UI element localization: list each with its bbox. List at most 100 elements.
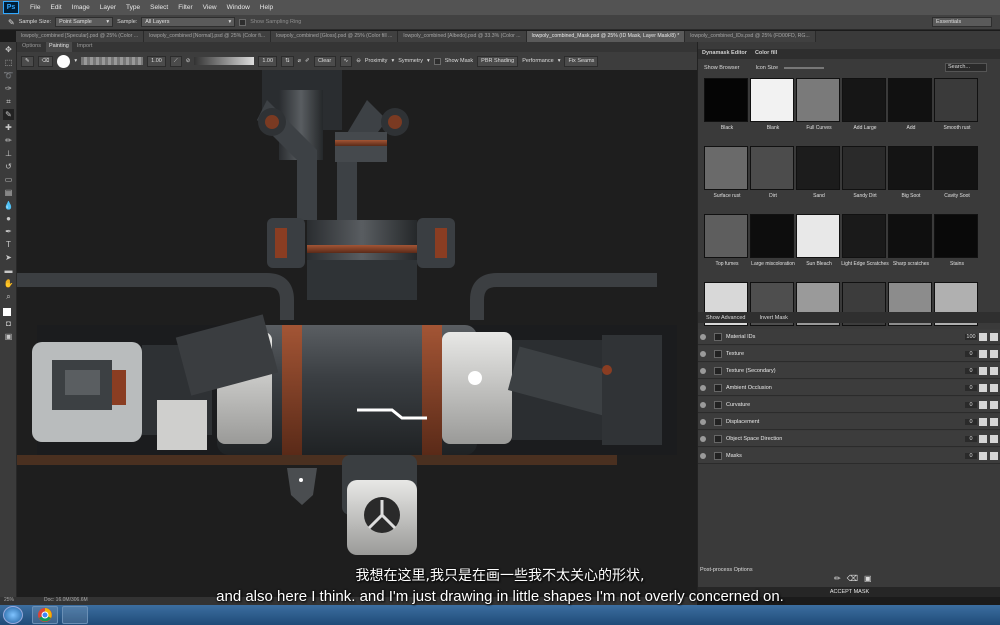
lock-icon[interactable] <box>990 400 998 409</box>
type-tool-icon[interactable]: T <box>3 239 14 250</box>
doc-tab-specular[interactable]: lowpoly_combined [Specular].psd @ 25% (C… <box>16 31 145 42</box>
menu-type[interactable]: Type <box>121 4 145 11</box>
lock-icon[interactable] <box>990 366 998 375</box>
symmetry-toggle[interactable]: Symmetry <box>398 58 423 64</box>
edit-icon[interactable] <box>979 451 987 460</box>
opacity-slider[interactable] <box>194 57 255 65</box>
mask-layer-row[interactable]: Masks 0 <box>698 448 1000 464</box>
doc-tab-albedo[interactable]: lowpoly_combined [Albedo].psd @ 33.3% (C… <box>398 31 527 42</box>
mask-thumbnail[interactable]: Sand <box>796 146 840 199</box>
mask-thumbnail[interactable]: Big Soot <box>888 146 932 199</box>
performance-select[interactable]: Performance <box>522 58 554 64</box>
curve-icon[interactable]: ∿ <box>339 55 353 67</box>
pressure-icon[interactable]: ⟋ <box>169 55 182 67</box>
visibility-icon[interactable] <box>700 384 706 391</box>
mask-thumbnail[interactable]: Cavity Soot <box>934 146 978 199</box>
menu-select[interactable]: Select <box>145 4 173 11</box>
menu-layer[interactable]: Layer <box>95 4 121 11</box>
stamp-tool-icon[interactable]: ⊥ <box>3 148 14 159</box>
chevron-down-icon[interactable]: ▾ <box>427 58 430 64</box>
lasso-tool-icon[interactable]: ➰ <box>3 70 14 81</box>
layer-value[interactable]: 0 <box>965 435 977 442</box>
healing-tool-icon[interactable]: ✚ <box>3 122 14 133</box>
brush-tool-icon[interactable]: ✏ <box>3 135 14 146</box>
mask-thumbnail[interactable]: Light Edge Scratches <box>841 214 889 267</box>
edit-icon[interactable] <box>979 366 987 375</box>
pbr-shading-select[interactable]: PBR Shading <box>477 55 519 67</box>
layer-value[interactable]: 0 <box>965 452 977 459</box>
brush-preview-icon[interactable] <box>57 54 71 68</box>
proximity-toggle[interactable]: Proximity <box>365 58 388 64</box>
pen-tool-icon[interactable]: ✒ <box>3 226 14 237</box>
lock-icon[interactable] <box>990 349 998 358</box>
mask-layer-row[interactable]: Material IDs 100 <box>698 329 1000 345</box>
mask-layer-row[interactable]: Curvature 0 <box>698 397 1000 413</box>
mask-thumbnail[interactable]: Sandy Dirt <box>842 146 886 199</box>
pencil-icon[interactable]: ✎ <box>21 55 34 67</box>
opacity-icon[interactable]: ⊘ <box>186 58 191 64</box>
mask-search-input[interactable]: Search... <box>945 63 987 72</box>
tab-import[interactable]: Import <box>74 42 96 52</box>
invert-mask-toggle[interactable]: Invert Mask <box>759 315 787 321</box>
tab-dynamask-editor[interactable]: Dynamask Editor <box>700 49 749 59</box>
lock-icon[interactable] <box>990 434 998 443</box>
doc-tab-mask[interactable]: lowpoly_combined_Mask.psd @ 25% (ID Mask… <box>526 31 686 42</box>
visibility-icon[interactable] <box>700 333 706 340</box>
marquee-tool-icon[interactable]: ⬚ <box>3 57 14 68</box>
brush-size-value[interactable]: 1.00 <box>147 55 166 67</box>
doc-tab-normal[interactable]: lowpoly_combined [Normal].psd @ 25% (Col… <box>144 31 272 42</box>
layer-value[interactable]: 0 <box>965 401 977 408</box>
quick-mask-icon[interactable]: ◘ <box>3 318 14 329</box>
show-advanced-toggle[interactable]: Show Advanced <box>706 315 745 321</box>
history-brush-icon[interactable]: ↺ <box>3 161 14 172</box>
mask-layer-row[interactable]: Object Space Direction 0 <box>698 431 1000 447</box>
eraser-icon[interactable]: ⌫ <box>847 574 858 584</box>
mask-thumbnail[interactable]: Top fumes <box>704 214 748 267</box>
path-select-icon[interactable]: ➤ <box>3 252 14 263</box>
blur-tool-icon[interactable]: 💧 <box>3 200 14 211</box>
sampling-ring-checkbox[interactable] <box>239 18 247 26</box>
edit-icon[interactable] <box>979 383 987 392</box>
menu-file[interactable]: File <box>25 4 45 11</box>
clear-button[interactable]: Clear <box>313 55 336 67</box>
visibility-icon[interactable] <box>700 435 706 442</box>
mask-layer-row[interactable]: Ambient Occlusion 0 <box>698 380 1000 396</box>
mask-thumbnail[interactable]: Dirt <box>750 146 794 199</box>
layer-value[interactable]: 0 <box>965 367 977 374</box>
doc-tab-gloss[interactable]: lowpoly_combined [Gloss].psd @ 25% (Colo… <box>271 31 399 42</box>
lock-icon[interactable] <box>990 417 998 426</box>
mask-thumbnail[interactable]: Black <box>704 78 748 131</box>
edit-icon[interactable] <box>979 417 987 426</box>
mask-layer-row[interactable]: Texture (Secondary) 0 <box>698 363 1000 379</box>
edit-icon[interactable] <box>979 434 987 443</box>
sample-select[interactable]: All Layers ▾ <box>141 17 236 27</box>
mask-thumbnail[interactable]: Surface rust <box>704 146 748 199</box>
mask-thumbnail[interactable]: Add Large <box>842 78 886 131</box>
doc-tab-ids[interactable]: lowpoly_combined_IDs.psd @ 25% (FD00FD, … <box>685 31 816 42</box>
chevron-down-icon[interactable]: ▾ <box>391 58 394 64</box>
sample-size-select[interactable]: Point Sample ▾ <box>55 17 114 27</box>
menu-help[interactable]: Help <box>255 4 278 11</box>
menu-window[interactable]: Window <box>222 4 255 11</box>
menu-edit[interactable]: Edit <box>45 4 66 11</box>
icon-size-slider[interactable] <box>784 67 825 69</box>
chevron-down-icon[interactable]: ▾ <box>558 58 561 64</box>
eyedropper-tool-icon[interactable]: ✎ <box>3 109 14 120</box>
lock-icon[interactable] <box>990 451 998 460</box>
eraser-tool-icon[interactable]: ▭ <box>3 174 14 185</box>
visibility-icon[interactable] <box>700 367 706 374</box>
layer-value[interactable]: 0 <box>965 384 977 391</box>
menu-filter[interactable]: Filter <box>173 4 197 11</box>
mask-layer-row[interactable]: Texture 0 <box>698 346 1000 362</box>
menu-view[interactable]: View <box>198 4 222 11</box>
move-tool-icon[interactable]: ✥ <box>3 44 14 55</box>
foreground-color-icon[interactable] <box>3 308 11 316</box>
layer-value[interactable]: 100 <box>965 333 977 340</box>
mask-thumbnail[interactable]: Add <box>888 78 932 131</box>
tab-color-fill[interactable]: Color fill <box>753 49 779 59</box>
zoom-level[interactable]: 25% <box>4 597 14 605</box>
show-mask-checkbox[interactable] <box>433 57 441 65</box>
mask-layer-row[interactable]: Displacement 0 <box>698 414 1000 430</box>
edit-icon[interactable] <box>979 400 987 409</box>
eraser-icon[interactable]: ⌫ <box>37 55 54 67</box>
